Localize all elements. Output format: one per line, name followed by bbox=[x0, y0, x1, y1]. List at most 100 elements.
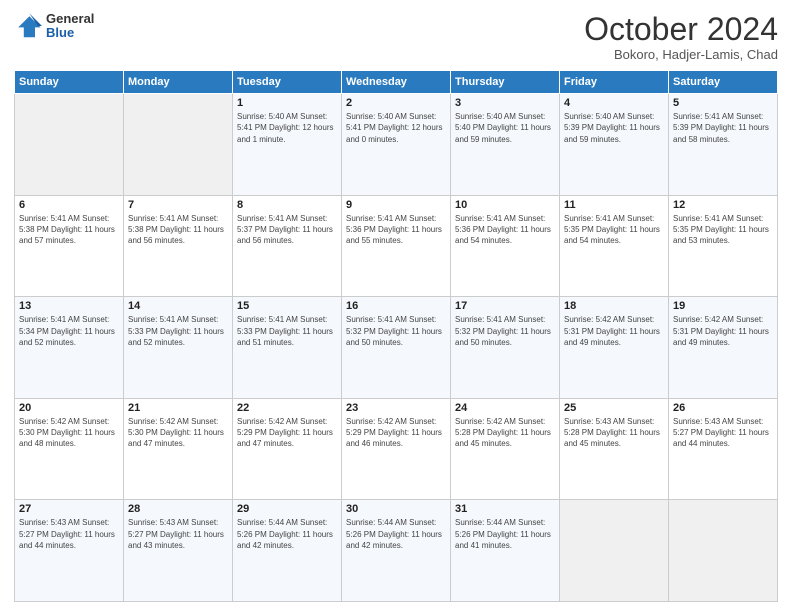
day-info: Sunrise: 5:43 AM Sunset: 5:27 PM Dayligh… bbox=[19, 517, 119, 551]
day-number: 11 bbox=[564, 199, 664, 211]
day-info: Sunrise: 5:42 AM Sunset: 5:30 PM Dayligh… bbox=[19, 416, 119, 450]
day-cell: 27 Sunrise: 5:43 AM Sunset: 5:27 PM Dayli… bbox=[15, 500, 124, 602]
week-row-2: 13 Sunrise: 5:41 AM Sunset: 5:34 PM Dayli… bbox=[15, 297, 778, 399]
day-number: 8 bbox=[237, 199, 337, 211]
day-number: 27 bbox=[19, 503, 119, 515]
day-info: Sunrise: 5:41 AM Sunset: 5:39 PM Dayligh… bbox=[673, 111, 773, 145]
day-cell: 21 Sunrise: 5:42 AM Sunset: 5:30 PM Dayli… bbox=[124, 398, 233, 500]
day-info: Sunrise: 5:41 AM Sunset: 5:34 PM Dayligh… bbox=[19, 314, 119, 348]
day-cell: 1 Sunrise: 5:40 AM Sunset: 5:41 PM Daylig… bbox=[233, 94, 342, 196]
day-info: Sunrise: 5:43 AM Sunset: 5:27 PM Dayligh… bbox=[128, 517, 228, 551]
day-info: Sunrise: 5:43 AM Sunset: 5:27 PM Dayligh… bbox=[673, 416, 773, 450]
day-number: 25 bbox=[564, 402, 664, 414]
day-cell: 22Sunrise: 5:42 AM Sunset: 5:29 PM Dayli… bbox=[233, 398, 342, 500]
day-number: 28 bbox=[128, 503, 228, 515]
week-row-1: 6Sunrise: 5:41 AM Sunset: 5:38 PM Daylig… bbox=[15, 195, 778, 297]
day-cell bbox=[669, 500, 778, 602]
day-info: Sunrise: 5:41 AM Sunset: 5:33 PM Dayligh… bbox=[128, 314, 228, 348]
day-cell: 28 Sunrise: 5:43 AM Sunset: 5:27 PM Dayli… bbox=[124, 500, 233, 602]
day-cell: 6Sunrise: 5:41 AM Sunset: 5:38 PM Daylig… bbox=[15, 195, 124, 297]
day-number: 2 bbox=[346, 97, 446, 109]
day-cell: 20 Sunrise: 5:42 AM Sunset: 5:30 PM Dayli… bbox=[15, 398, 124, 500]
day-info: Sunrise: 5:41 AM Sunset: 5:32 PM Dayligh… bbox=[346, 314, 446, 348]
title-block: October 2024 Bokoro, Hadjer-Lamis, Chad bbox=[584, 12, 778, 62]
logo-text: General Blue bbox=[46, 12, 94, 41]
main-title: October 2024 bbox=[584, 12, 778, 47]
header-row: SundayMondayTuesdayWednesdayThursdayFrid… bbox=[15, 71, 778, 94]
day-cell: 4Sunrise: 5:40 AM Sunset: 5:39 PM Daylig… bbox=[560, 94, 669, 196]
header-cell-tuesday: Tuesday bbox=[233, 71, 342, 94]
day-info: Sunrise: 5:41 AM Sunset: 5:35 PM Dayligh… bbox=[564, 213, 664, 247]
subtitle: Bokoro, Hadjer-Lamis, Chad bbox=[584, 47, 778, 62]
day-cell: 18 Sunrise: 5:42 AM Sunset: 5:31 PM Dayli… bbox=[560, 297, 669, 399]
calendar-header: SundayMondayTuesdayWednesdayThursdayFrid… bbox=[15, 71, 778, 94]
header-cell-sunday: Sunday bbox=[15, 71, 124, 94]
day-info: Sunrise: 5:41 AM Sunset: 5:35 PM Dayligh… bbox=[673, 213, 773, 247]
day-info: Sunrise: 5:41 AM Sunset: 5:32 PM Dayligh… bbox=[455, 314, 555, 348]
logo: General Blue bbox=[14, 12, 94, 41]
day-number: 15 bbox=[237, 300, 337, 312]
day-number: 26 bbox=[673, 402, 773, 414]
calendar-table: SundayMondayTuesdayWednesdayThursdayFrid… bbox=[14, 70, 778, 602]
day-info: Sunrise: 5:44 AM Sunset: 5:26 PM Dayligh… bbox=[346, 517, 446, 551]
day-info: Sunrise: 5:40 AM Sunset: 5:41 PM Dayligh… bbox=[237, 111, 337, 145]
day-info: Sunrise: 5:40 AM Sunset: 5:40 PM Dayligh… bbox=[455, 111, 555, 145]
day-info: Sunrise: 5:44 AM Sunset: 5:26 PM Dayligh… bbox=[237, 517, 337, 551]
logo-icon bbox=[14, 12, 42, 40]
day-info: Sunrise: 5:42 AM Sunset: 5:29 PM Dayligh… bbox=[237, 416, 337, 450]
day-cell: 15Sunrise: 5:41 AM Sunset: 5:33 PM Dayli… bbox=[233, 297, 342, 399]
logo-general-text: General bbox=[46, 12, 94, 26]
day-number: 7 bbox=[128, 199, 228, 211]
day-cell: 3 Sunrise: 5:40 AM Sunset: 5:40 PM Daylig… bbox=[451, 94, 560, 196]
day-number: 31 bbox=[455, 503, 555, 515]
day-info: Sunrise: 5:42 AM Sunset: 5:28 PM Dayligh… bbox=[455, 416, 555, 450]
day-number: 29 bbox=[237, 503, 337, 515]
day-info: Sunrise: 5:44 AM Sunset: 5:26 PM Dayligh… bbox=[455, 517, 555, 551]
day-number: 24 bbox=[455, 402, 555, 414]
day-number: 10 bbox=[455, 199, 555, 211]
week-row-3: 20 Sunrise: 5:42 AM Sunset: 5:30 PM Dayli… bbox=[15, 398, 778, 500]
logo-blue-text: Blue bbox=[46, 26, 94, 40]
day-cell: 16 Sunrise: 5:41 AM Sunset: 5:32 PM Dayli… bbox=[342, 297, 451, 399]
day-cell bbox=[124, 94, 233, 196]
day-info: Sunrise: 5:42 AM Sunset: 5:31 PM Dayligh… bbox=[564, 314, 664, 348]
day-info: Sunrise: 5:41 AM Sunset: 5:36 PM Dayligh… bbox=[346, 213, 446, 247]
header-cell-friday: Friday bbox=[560, 71, 669, 94]
day-info: Sunrise: 5:40 AM Sunset: 5:41 PM Dayligh… bbox=[346, 111, 446, 145]
day-info: Sunrise: 5:42 AM Sunset: 5:29 PM Dayligh… bbox=[346, 416, 446, 450]
day-info: Sunrise: 5:42 AM Sunset: 5:31 PM Dayligh… bbox=[673, 314, 773, 348]
day-number: 13 bbox=[19, 300, 119, 312]
day-cell: 23 Sunrise: 5:42 AM Sunset: 5:29 PM Dayli… bbox=[342, 398, 451, 500]
day-number: 3 bbox=[455, 97, 555, 109]
day-cell: 25 Sunrise: 5:43 AM Sunset: 5:28 PM Dayli… bbox=[560, 398, 669, 500]
day-number: 20 bbox=[19, 402, 119, 414]
day-number: 16 bbox=[346, 300, 446, 312]
day-cell: 5 Sunrise: 5:41 AM Sunset: 5:39 PM Daylig… bbox=[669, 94, 778, 196]
week-row-0: 1 Sunrise: 5:40 AM Sunset: 5:41 PM Daylig… bbox=[15, 94, 778, 196]
week-row-4: 27 Sunrise: 5:43 AM Sunset: 5:27 PM Dayli… bbox=[15, 500, 778, 602]
day-cell: 24 Sunrise: 5:42 AM Sunset: 5:28 PM Dayli… bbox=[451, 398, 560, 500]
day-info: Sunrise: 5:42 AM Sunset: 5:30 PM Dayligh… bbox=[128, 416, 228, 450]
day-cell: 2 Sunrise: 5:40 AM Sunset: 5:41 PM Daylig… bbox=[342, 94, 451, 196]
day-number: 1 bbox=[237, 97, 337, 109]
day-cell: 31 Sunrise: 5:44 AM Sunset: 5:26 PM Dayli… bbox=[451, 500, 560, 602]
day-cell: 13 Sunrise: 5:41 AM Sunset: 5:34 PM Dayli… bbox=[15, 297, 124, 399]
day-cell: 29 Sunrise: 5:44 AM Sunset: 5:26 PM Dayli… bbox=[233, 500, 342, 602]
day-number: 23 bbox=[346, 402, 446, 414]
day-info: Sunrise: 5:40 AM Sunset: 5:39 PM Dayligh… bbox=[564, 111, 664, 145]
day-cell: 17Sunrise: 5:41 AM Sunset: 5:32 PM Dayli… bbox=[451, 297, 560, 399]
day-number: 21 bbox=[128, 402, 228, 414]
day-info: Sunrise: 5:41 AM Sunset: 5:38 PM Dayligh… bbox=[19, 213, 119, 247]
day-cell: 30Sunrise: 5:44 AM Sunset: 5:26 PM Dayli… bbox=[342, 500, 451, 602]
day-cell: 26 Sunrise: 5:43 AM Sunset: 5:27 PM Dayli… bbox=[669, 398, 778, 500]
day-number: 5 bbox=[673, 97, 773, 109]
page: General Blue October 2024 Bokoro, Hadjer… bbox=[0, 0, 792, 612]
day-number: 18 bbox=[564, 300, 664, 312]
day-cell bbox=[15, 94, 124, 196]
calendar-body: 1 Sunrise: 5:40 AM Sunset: 5:41 PM Daylig… bbox=[15, 94, 778, 602]
day-number: 9 bbox=[346, 199, 446, 211]
day-info: Sunrise: 5:43 AM Sunset: 5:28 PM Dayligh… bbox=[564, 416, 664, 450]
header-cell-thursday: Thursday bbox=[451, 71, 560, 94]
day-number: 14 bbox=[128, 300, 228, 312]
header-cell-saturday: Saturday bbox=[669, 71, 778, 94]
